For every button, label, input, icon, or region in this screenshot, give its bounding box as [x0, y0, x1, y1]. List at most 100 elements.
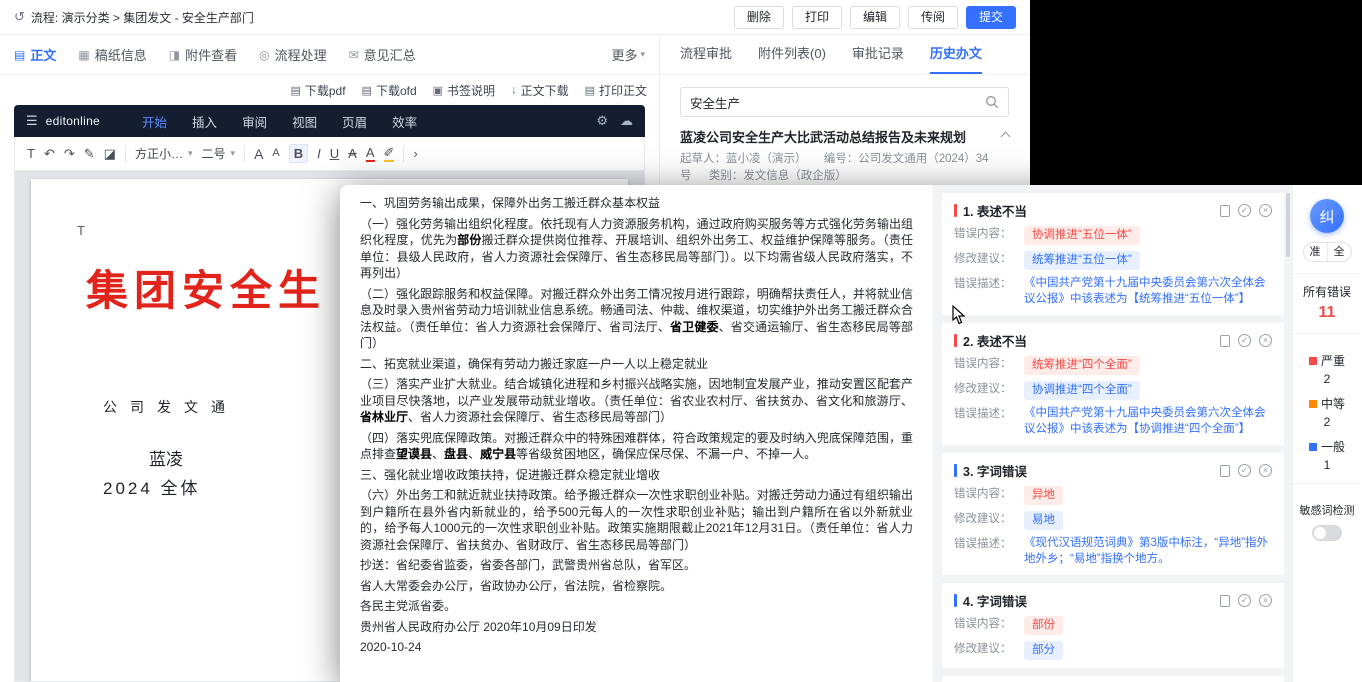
error-card[interactable]: 1. 表述不当✓×错误内容：协调推进“五位一体”修改建议：统筹推进“五位一体”错…: [942, 193, 1284, 315]
submit-button[interactable]: 提交: [966, 6, 1016, 29]
tab-附件查看[interactable]: ◨附件查看: [169, 45, 237, 64]
accept-icon[interactable]: ✓: [1238, 334, 1251, 347]
error-reference-link[interactable]: 《中国共产党第十九届中央委员会第六次全体会议公报》中该表述为【统筹推进“五位一体…: [1024, 276, 1272, 307]
font-color-button[interactable]: A: [366, 146, 375, 162]
chevron-up-icon[interactable]: [1001, 132, 1011, 142]
menu-icon[interactable]: ☰: [26, 113, 38, 129]
undo-icon[interactable]: ↶: [44, 147, 55, 160]
cloud-icon[interactable]: ☁: [620, 113, 633, 129]
suggestion-pill[interactable]: 易地: [1024, 511, 1063, 530]
mode-precision-button[interactable]: 准: [1304, 243, 1328, 261]
menu-页眉[interactable]: 页眉: [342, 112, 367, 131]
severity-row: 中等: [1309, 395, 1345, 412]
download-item-下载ofd[interactable]: ▤下载ofd: [362, 82, 417, 99]
error-highlight[interactable]: 盘县: [444, 447, 468, 461]
error-highlight[interactable]: 部份: [457, 233, 481, 247]
format-painter-icon[interactable]: ✎: [84, 147, 95, 160]
eraser-icon[interactable]: ◪: [104, 147, 116, 160]
mode-full-button[interactable]: 全: [1328, 243, 1351, 261]
tab-历史办文[interactable]: 历史办文: [930, 35, 982, 74]
ignore-icon[interactable]: ×: [1259, 204, 1272, 217]
doc-text: 等省级贫困地区，确保应保尽保、不漏一户、不掉一人。: [516, 447, 816, 461]
error-highlight[interactable]: 省卫健委: [670, 320, 719, 334]
error-card[interactable]: 4. 字词错误✓×错误内容：部份修改建议：部分: [942, 583, 1284, 668]
sensitive-section: 敏感词检测: [1293, 483, 1361, 541]
locate-in-doc-icon[interactable]: [1220, 465, 1230, 477]
sensitive-words-toggle[interactable]: [1312, 525, 1342, 541]
font-size-up-icon[interactable]: A: [254, 147, 263, 161]
error-card[interactable]: 5. 地名错写✓×错误内容：望谟县: [942, 676, 1284, 682]
locate-in-doc-icon[interactable]: [1220, 595, 1230, 607]
tab-流程审批[interactable]: 流程审批: [680, 35, 732, 74]
highlight-button[interactable]: ✐: [384, 146, 395, 162]
redo-icon[interactable]: ↷: [64, 147, 75, 160]
download-label: 下载ofd: [376, 82, 417, 99]
error-highlight[interactable]: 望谟县: [396, 447, 432, 461]
locate-in-doc-icon[interactable]: [1220, 335, 1230, 347]
locate-in-doc-icon[interactable]: [1220, 205, 1230, 217]
error-card[interactable]: 2. 表述不当✓×错误内容：统筹推进“四个全面”修改建议：协调推进“四个全面”错…: [942, 323, 1284, 445]
circulate-button[interactable]: 传阅: [908, 6, 958, 29]
suggestion-pill[interactable]: 部分: [1024, 641, 1063, 660]
font-size-down-icon[interactable]: A: [272, 148, 279, 159]
underline-button[interactable]: U: [330, 147, 339, 160]
menu-审阅[interactable]: 审阅: [242, 112, 267, 131]
error-highlight[interactable]: 省林业厅: [360, 410, 408, 424]
accept-icon[interactable]: ✓: [1238, 464, 1251, 477]
tab-审批记录[interactable]: 审批记录: [852, 35, 904, 74]
delete-button[interactable]: 删除: [734, 6, 784, 29]
more-tools-icon[interactable]: ›: [413, 147, 417, 160]
search-icon[interactable]: [985, 95, 999, 109]
tab-正文[interactable]: ▤正文: [14, 45, 56, 64]
menu-视图[interactable]: 视图: [292, 112, 317, 131]
autocorrect-button[interactable]: 纠: [1310, 199, 1344, 233]
tab-稿纸信息[interactable]: ▦稿纸信息: [78, 45, 146, 64]
bold-button[interactable]: B: [289, 144, 308, 163]
error-highlight[interactable]: 威宁县: [480, 447, 516, 461]
download-item-打印正文[interactable]: ▤打印正文: [585, 82, 647, 99]
severity-filter-中等[interactable]: 中等2: [1309, 395, 1345, 429]
download-label: 下载pdf: [305, 82, 346, 99]
error-card[interactable]: 3. 字词错误✓×错误内容：异地修改建议：易地错误描述：《现代汉语规范词典》第3…: [942, 453, 1284, 575]
pdf-icon: ▤: [290, 84, 300, 97]
download-item-书签说明[interactable]: ▣书签说明: [433, 82, 495, 99]
settings-icon[interactable]: ⚙: [596, 113, 608, 129]
document-line-2: 蓝凌: [149, 445, 183, 470]
print-button[interactable]: 打印: [792, 6, 842, 29]
error-field-row: 错误内容：异地: [954, 486, 1272, 505]
suggestion-pill[interactable]: 统筹推进“五位一体”: [1024, 251, 1140, 270]
field-label: 错误描述：: [954, 536, 1024, 567]
ignore-icon[interactable]: ×: [1259, 594, 1272, 607]
text-tool-icon[interactable]: T: [27, 147, 35, 160]
tab-意见汇总[interactable]: ✉意见汇总: [349, 45, 416, 64]
font-size-select[interactable]: 二号▾: [202, 145, 236, 162]
edit-button[interactable]: 编辑: [850, 6, 900, 29]
more-button[interactable]: 更多 ▾: [611, 45, 645, 64]
italic-button[interactable]: I: [317, 147, 321, 160]
error-reference-link[interactable]: 《现代汉语规范词典》第3版中标注，“异地”指外地外乡；“易地”指换个地方。: [1024, 536, 1272, 567]
accept-icon[interactable]: ✓: [1238, 594, 1251, 607]
severity-filter-一般[interactable]: 一般1: [1309, 438, 1345, 472]
flow-icon: ↺: [14, 9, 25, 25]
ignore-icon[interactable]: ×: [1259, 334, 1272, 347]
error-field-row: 错误描述：《中国共产党第十九届中央委员会第六次全体会议公报》中该表述为【协调推进…: [954, 406, 1272, 437]
error-card-header: 4. 字词错误✓×: [954, 591, 1272, 610]
menu-效率[interactable]: 效率: [392, 112, 417, 131]
error-card-actions: ✓×: [1220, 594, 1272, 607]
ignore-icon[interactable]: ×: [1259, 464, 1272, 477]
menu-开始[interactable]: 开始: [142, 112, 167, 131]
severity-filter-严重[interactable]: 严重2: [1309, 352, 1345, 386]
menu-插入[interactable]: 插入: [192, 112, 217, 131]
search-input[interactable]: [690, 95, 985, 109]
font-family-select[interactable]: 方正小…▾: [135, 145, 193, 162]
strikethrough-button[interactable]: A: [348, 147, 357, 160]
accept-icon[interactable]: ✓: [1238, 204, 1251, 217]
tab-流程处理[interactable]: ◎流程处理: [259, 45, 327, 64]
download-item-正文下载[interactable]: ↓正文下载: [511, 82, 569, 99]
error-reference-link[interactable]: 《中国共产党第十九届中央委员会第六次全体会议公报》中该表述为【协调推进“四个全面…: [1024, 406, 1272, 437]
download-item-下载pdf[interactable]: ▤ 下载pdf: [290, 82, 345, 99]
tab-label: 稿纸信息: [95, 45, 147, 64]
tab-附件列表(0)[interactable]: 附件列表(0): [758, 35, 826, 74]
scrollbar-thumb[interactable]: [1286, 193, 1290, 257]
suggestion-pill[interactable]: 协调推进“四个全面”: [1024, 381, 1140, 400]
